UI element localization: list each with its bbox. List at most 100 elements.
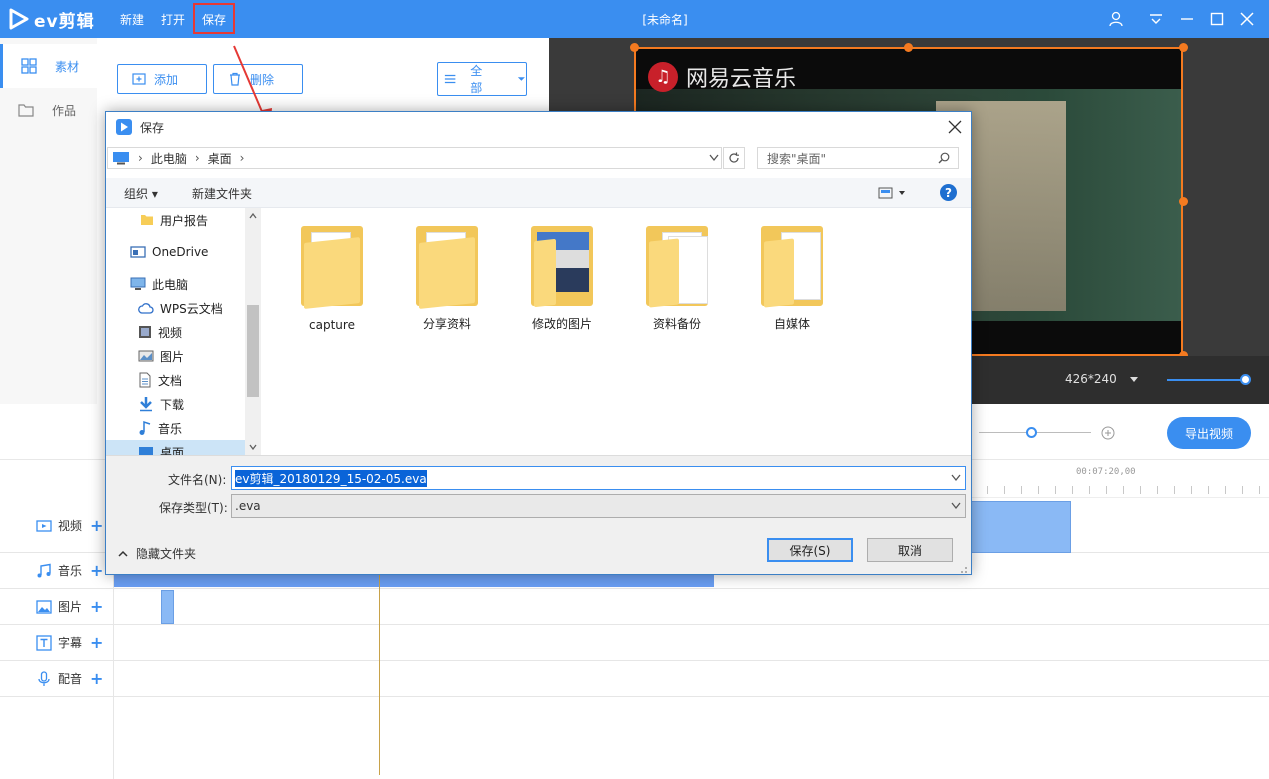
filename-dropdown-icon[interactable] xyxy=(951,474,961,482)
search-placeholder: 搜索"桌面" xyxy=(767,150,826,167)
address-dropdown-icon[interactable] xyxy=(709,154,719,162)
folder-capture[interactable]: capture xyxy=(278,212,386,332)
cancel-button[interactable]: 取消 xyxy=(867,538,953,562)
nav-desktop[interactable]: 桌面 xyxy=(106,440,245,455)
nav-this-pc-label: 此电脑 xyxy=(152,276,188,293)
add-subtitle-icon[interactable]: + xyxy=(90,633,103,652)
track-music-label[interactable]: 音乐 + xyxy=(36,561,103,580)
resize-handle-r[interactable] xyxy=(1179,197,1188,206)
delete-button-label: 删除 xyxy=(250,71,274,88)
save-menu-highlight xyxy=(193,3,235,34)
video-clip[interactable] xyxy=(960,501,1071,553)
nav-onedrive[interactable]: OneDrive xyxy=(106,240,246,264)
track-image-label[interactable]: 图片 + xyxy=(36,597,103,616)
dialog-close-icon[interactable] xyxy=(948,120,962,134)
ruler-ticks xyxy=(970,486,1269,494)
track-subtitle: 字幕 + xyxy=(0,625,1269,661)
breadcrumb-this-pc[interactable]: 此电脑 xyxy=(151,150,187,167)
folder-icon xyxy=(140,213,154,227)
nav-wps-cloud-label: WPS云文档 xyxy=(160,300,223,317)
track-video-label[interactable]: 视频 + xyxy=(36,516,103,535)
add-image-icon[interactable]: + xyxy=(90,597,103,616)
add-voiceover-icon[interactable]: + xyxy=(90,669,103,688)
resize-handle-tl[interactable] xyxy=(630,43,639,52)
resize-handle-tr[interactable] xyxy=(1179,43,1188,52)
nav-this-pc[interactable]: 此电脑 xyxy=(106,272,246,296)
delete-button[interactable]: 删除 xyxy=(213,64,303,94)
folder-self-media-label: 自媒体 xyxy=(774,315,810,332)
filetype-dropdown-icon xyxy=(951,502,961,510)
track-voiceover-label[interactable]: 配音 + xyxy=(36,669,103,688)
nav-pictures[interactable]: 图片 xyxy=(106,344,246,368)
organize-menu[interactable]: 组织 ▾ xyxy=(124,185,158,202)
view-options-icon[interactable] xyxy=(878,186,906,200)
nav-scrollbar-thumb[interactable] xyxy=(247,305,259,397)
address-bar[interactable]: › 此电脑 › 桌面 › xyxy=(107,147,722,169)
nav-user-reports[interactable]: 用户报告 xyxy=(106,208,246,232)
image-folder-icon xyxy=(531,226,593,301)
save-button[interactable]: 保存(S) xyxy=(767,538,853,562)
image-icon xyxy=(36,600,52,614)
dropdown-menu-icon[interactable] xyxy=(1147,10,1165,28)
menu-new[interactable]: 新建 xyxy=(120,11,144,28)
volume-slider-thumb[interactable] xyxy=(1240,374,1251,385)
app-logo: ev剪辑 xyxy=(8,7,95,31)
search-input[interactable]: 搜索"桌面" xyxy=(757,147,959,169)
refresh-button[interactable] xyxy=(723,147,745,169)
chevron-up-icon xyxy=(118,550,128,558)
filter-dropdown[interactable]: 全部 xyxy=(437,62,527,96)
nav-music[interactable]: 音乐 xyxy=(106,416,246,440)
scroll-up-icon[interactable] xyxy=(249,213,257,219)
add-button-label: 添加 xyxy=(154,71,178,88)
resize-grip-icon[interactable] xyxy=(958,564,968,574)
resolution-caret-icon[interactable] xyxy=(1129,376,1139,384)
nav-downloads[interactable]: 下载 xyxy=(106,392,246,416)
image-clip[interactable] xyxy=(161,590,174,624)
track-subtitle-label[interactable]: 字幕 + xyxy=(36,633,103,652)
nav-videos[interactable]: 视频 xyxy=(106,320,246,344)
folder-edited-images[interactable]: 修改的图片 xyxy=(508,212,616,332)
nav-desktop-label: 桌面 xyxy=(160,444,184,456)
track-music-text: 音乐 xyxy=(58,562,82,579)
filetype-select[interactable]: .eva xyxy=(231,494,966,518)
hide-folders-toggle[interactable]: 隐藏文件夹 xyxy=(118,545,196,562)
add-music-icon[interactable]: + xyxy=(90,561,103,580)
menu-open[interactable]: 打开 xyxy=(161,11,185,28)
add-video-icon[interactable]: + xyxy=(90,516,103,535)
volume-slider-track[interactable] xyxy=(1167,379,1247,381)
add-button[interactable]: 添加 xyxy=(117,64,207,94)
documents-folder-icon xyxy=(138,372,152,388)
maximize-icon[interactable] xyxy=(1208,10,1226,28)
ev-logo-icon xyxy=(8,8,30,30)
folder-self-media[interactable]: 自媒体 xyxy=(738,212,846,332)
nav-wps-cloud[interactable]: WPS云文档 xyxy=(106,296,246,320)
close-icon[interactable] xyxy=(1238,10,1256,28)
filename-input[interactable]: ev剪辑_20180129_15-02-05.eva xyxy=(231,466,966,490)
resize-handle-t[interactable] xyxy=(904,43,913,52)
computer-icon xyxy=(130,277,146,291)
filetype-value: .eva xyxy=(235,499,261,513)
tab-works[interactable]: 作品 xyxy=(0,88,97,132)
user-icon[interactable] xyxy=(1107,10,1125,28)
minimize-icon[interactable] xyxy=(1178,10,1196,28)
scroll-down-icon[interactable] xyxy=(249,444,257,450)
export-video-button[interactable]: 导出视频 xyxy=(1167,417,1251,449)
trash-icon xyxy=(228,72,242,86)
folder-backup[interactable]: 资料备份 xyxy=(623,212,731,332)
folder-edited-images-label: 修改的图片 xyxy=(532,315,592,332)
nav-music-label: 音乐 xyxy=(158,420,182,437)
zoom-slider-thumb[interactable] xyxy=(1026,427,1037,438)
zoom-in-icon[interactable] xyxy=(1101,426,1115,440)
tab-materials[interactable]: 素材 xyxy=(0,44,97,88)
navigation-pane: 用户报告 OneDrive 此电脑 WPS云文档 视频 图片 文档 下载 音乐 … xyxy=(106,208,261,455)
track-video-text: 视频 xyxy=(58,517,82,534)
nav-pictures-label: 图片 xyxy=(160,348,184,365)
title-bar: ev剪辑 新建 打开 保存 [未命名] xyxy=(0,0,1269,38)
nav-documents[interactable]: 文档 xyxy=(106,368,246,392)
breadcrumb-desktop[interactable]: 桌面 xyxy=(208,150,232,167)
new-folder-button[interactable]: 新建文件夹 xyxy=(192,185,252,202)
command-bar: 组织 ▾ 新建文件夹 ? xyxy=(106,178,971,208)
pictures-folder-icon xyxy=(138,349,154,363)
folder-shared-materials[interactable]: 分享资料 xyxy=(393,212,501,332)
help-icon[interactable]: ? xyxy=(940,184,957,201)
